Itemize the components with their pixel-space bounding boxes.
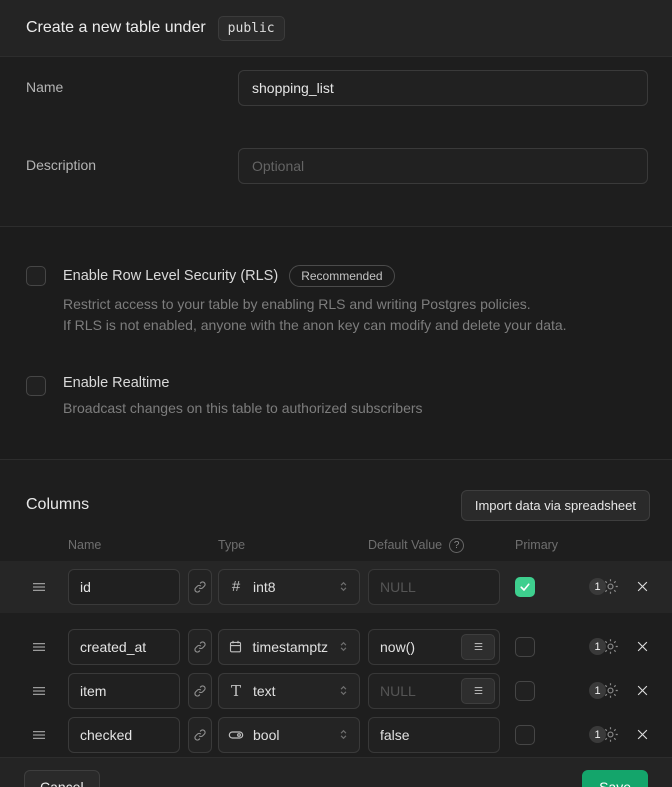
foreign-key-link-icon[interactable] [188,673,212,709]
rls-texts: Enable Row Level Security (RLS) Recommen… [63,265,567,335]
foreign-key-link-icon[interactable] [188,629,212,665]
column-row: # int8 [0,561,672,613]
row-actions: 1 [589,681,650,700]
columns-table-header: Name Type Default Value ? Primary [0,538,672,553]
header-default-value: Default Value [368,538,442,552]
foreign-key-link-icon[interactable] [188,569,212,605]
name-label: Name [26,70,238,95]
column-settings-button[interactable]: 1 [589,681,620,700]
column-name-input[interactable] [68,629,180,665]
column-settings-button[interactable]: 1 [589,637,620,656]
panel-footer: Cancel Save [0,757,672,787]
remove-column-icon[interactable] [635,683,650,698]
default-value-cell [368,569,500,605]
realtime-texts: Enable Realtime Broadcast changes on thi… [63,375,423,419]
drag-handle-icon[interactable] [30,578,50,596]
chevron-updown-icon [337,579,350,594]
primary-cell [515,637,535,657]
primary-checkbox[interactable] [515,637,535,657]
remove-column-icon[interactable] [635,579,650,594]
rls-checkbox[interactable] [26,266,46,286]
remove-column-icon[interactable] [635,639,650,654]
drag-handle-icon[interactable] [30,682,50,700]
column-row: bool 1 [0,713,672,757]
default-value-input[interactable] [368,569,500,605]
bool-icon [228,727,244,743]
primary-cell [515,725,535,745]
schema-chip: public [218,16,285,41]
column-type-select[interactable]: bool [218,717,360,753]
realtime-checkbox[interactable] [26,376,46,396]
default-value-input[interactable] [368,717,500,753]
cancel-button[interactable]: Cancel [24,770,100,787]
default-value-cell [368,629,500,665]
primary-checkbox[interactable] [515,681,535,701]
column-type-value: bool [253,727,279,743]
panel-title: Create a new table under [26,19,206,37]
save-button[interactable]: Save [582,770,648,787]
recommended-badge: Recommended [289,265,394,287]
chevron-updown-icon [337,639,350,654]
chevron-updown-icon [337,683,350,698]
column-type-value: int8 [253,579,276,595]
rls-block: Enable Row Level Security (RLS) Recommen… [26,265,648,335]
remove-column-icon[interactable] [635,727,650,742]
column-name-input[interactable] [68,717,180,753]
table-description-input[interactable] [238,148,648,184]
foreign-key-link-icon[interactable] [188,717,212,753]
text-type-icon: T [228,682,244,700]
column-row: timestamptz [0,625,672,669]
column-type-select[interactable]: T text [218,673,360,709]
rls-description: Restrict access to your table by enablin… [63,294,567,335]
column-type-select[interactable]: timestamptz [218,629,360,665]
columns-rows: # int8 [0,561,672,757]
description-row: Description [26,148,648,184]
primary-cell [515,681,535,701]
column-name-input[interactable] [68,673,180,709]
row-actions: 1 [589,637,650,656]
drag-handle-icon[interactable] [30,638,50,656]
panel-header: Create a new table under public [0,0,672,57]
calendar-icon [228,639,244,654]
realtime-block: Enable Realtime Broadcast changes on thi… [26,375,648,419]
rls-label: Enable Row Level Security (RLS) [63,268,278,284]
realtime-label: Enable Realtime [63,375,169,391]
column-type-value: timestamptz [253,639,328,655]
primary-cell [515,577,535,597]
column-settings-button[interactable]: 1 [589,577,620,596]
row-actions: 1 [589,577,650,596]
header-primary: Primary [515,538,595,552]
table-info-section: Name Description [0,57,672,227]
help-icon[interactable]: ? [449,538,464,553]
row-actions: 1 [589,725,650,744]
hash-icon: # [228,578,244,595]
name-row: Name [26,70,648,106]
table-options-section: Enable Row Level Security (RLS) Recommen… [0,227,672,460]
primary-checkbox[interactable] [515,725,535,745]
column-type-value: text [253,683,276,699]
default-menu-button[interactable] [461,634,495,660]
default-value-cell [368,717,500,753]
column-row: T text [0,669,672,713]
columns-title: Columns [26,496,89,514]
table-name-input[interactable] [238,70,648,106]
column-name-input[interactable] [68,569,180,605]
chevron-updown-icon [337,727,350,742]
column-type-select[interactable]: # int8 [218,569,360,605]
drag-handle-icon[interactable] [30,726,50,744]
create-table-panel: Create a new table under public Name Des… [0,0,672,787]
default-value-cell [368,673,500,709]
columns-section: Columns Import data via spreadsheet Name… [0,460,672,757]
realtime-description: Broadcast changes on this table to autho… [63,398,423,419]
header-type: Type [218,538,360,552]
default-menu-button[interactable] [461,678,495,704]
description-label: Description [26,148,238,173]
primary-checkbox[interactable] [515,577,535,597]
import-spreadsheet-button[interactable]: Import data via spreadsheet [461,490,650,521]
header-name: Name [68,538,180,552]
column-settings-button[interactable]: 1 [589,725,620,744]
